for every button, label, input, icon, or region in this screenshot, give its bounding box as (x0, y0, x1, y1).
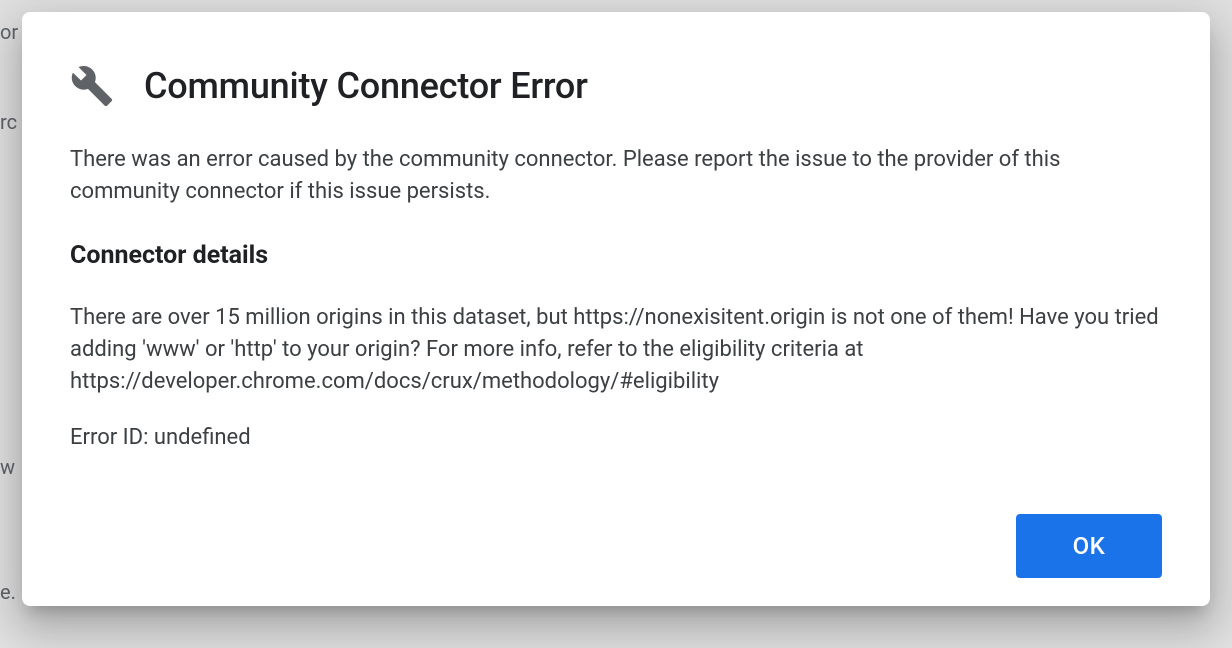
error-id-text: Error ID: undefined (70, 422, 1162, 454)
details-text: There are over 15 million origins in thi… (70, 302, 1162, 398)
error-dialog: Community Connector Error There was an e… (22, 12, 1210, 606)
wrench-icon (70, 64, 114, 108)
dialog-header: Community Connector Error (70, 64, 1162, 108)
dialog-footer: OK (70, 514, 1162, 578)
modal-overlay: Community Connector Error There was an e… (0, 0, 1232, 648)
intro-text: There was an error caused by the communi… (70, 144, 1162, 208)
ok-button[interactable]: OK (1016, 514, 1162, 578)
dialog-title: Community Connector Error (144, 65, 588, 107)
details-heading: Connector details (70, 238, 1162, 274)
dialog-body: There was an error caused by the communi… (70, 144, 1162, 514)
